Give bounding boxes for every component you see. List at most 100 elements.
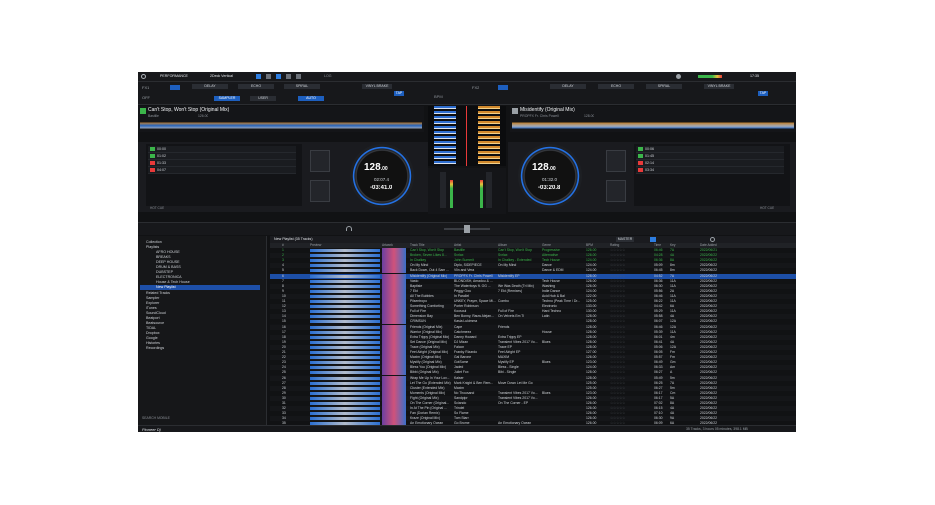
track-preview-waveform[interactable] [310,412,380,416]
track-preview-waveform[interactable] [310,325,380,329]
track-preview-waveform[interactable] [310,279,380,283]
browser-sidebar: Collection Playlists AFRO HOUSE BREAKS D… [138,236,267,432]
deck2-hotcue-a[interactable]: 00:06 [636,146,784,153]
track-preview-waveform[interactable] [310,300,380,303]
deck2-hotcue-list: 00:06 01:45 02:14 03:34 [634,144,790,206]
deck2-hotcue-d[interactable]: 03:34 [636,167,784,174]
track-preview-waveform[interactable] [310,310,380,314]
track-preview-waveform[interactable] [310,366,380,370]
fx1-extra[interactable]: VINYL BRAKE [362,84,392,89]
mode-select[interactable]: PERFORMANCE [160,74,188,78]
deck1-jog-wheel[interactable]: 128.00 02:07.4 -03:41.0 [350,144,414,208]
user-tab[interactable]: USER [250,96,276,101]
track-preview-waveform[interactable] [310,361,380,365]
deck1-overview-waveform[interactable] [140,119,422,131]
fx2-beat-button[interactable] [498,85,508,90]
logo-icon [141,74,146,79]
track-preview-waveform[interactable] [310,274,380,278]
center-label: LOG [324,74,332,78]
layout-icon-1[interactable] [256,74,261,79]
track-preview-waveform[interactable] [310,289,380,293]
track-preview-waveform[interactable] [310,376,380,380]
fx1-slot-3[interactable]: SPIRAL [284,84,320,89]
deck2-hotcue-c[interactable]: 02:14 [636,160,784,167]
deck2-bpm: 128.00 [532,162,556,173]
track-preview-waveform[interactable] [310,294,380,298]
deck1-bpm: 128.00 [364,162,388,173]
track-preview-waveform[interactable] [310,381,380,385]
center-waveform[interactable] [428,106,506,166]
layout-icon-4[interactable] [286,74,291,79]
tree-playlist-new[interactable]: New Playlist [140,285,260,290]
deck2-overview-waveform[interactable] [512,119,794,131]
fx2-slot-2[interactable]: ECHO [598,84,634,89]
crossfader-knob[interactable] [464,225,470,233]
track-preview-waveform[interactable] [310,320,380,324]
deck1-hotcue-b[interactable]: 01:02 [148,153,296,160]
sampler-tab[interactable]: SAMPLER [214,96,240,101]
track-preview-waveform[interactable] [310,351,380,354]
track-preview-waveform[interactable] [310,249,380,252]
deck1-artwork [140,108,146,114]
channel2-fader[interactable] [486,172,492,208]
track-preview-waveform[interactable] [310,259,380,263]
track-preview-waveform[interactable] [310,254,380,258]
deck2-info: Misidentify (Original Mix) PROPFX Fr. Ch… [510,106,796,132]
fx1-slot-1[interactable]: DELAY [192,84,228,89]
deck2-cue-button[interactable] [606,150,626,172]
layout-icon-5[interactable] [296,74,301,79]
gear-icon[interactable] [676,74,681,79]
track-preview-waveform[interactable] [310,396,380,400]
track-preview-waveform[interactable] [310,402,380,405]
deck1-cue-button[interactable] [310,150,330,172]
layout-icon-3[interactable] [276,74,281,79]
deck1-hotcue-a[interactable]: 00:00 [148,146,296,153]
deck2-artist: PROPFX Fr. Chris Powell [520,114,559,118]
track-preview-waveform[interactable] [310,330,380,334]
track-preview-waveform[interactable] [310,264,380,268]
track-preview-waveform[interactable] [310,340,380,344]
track-preview-waveform[interactable] [310,356,380,360]
fx2-slot-1[interactable]: DELAY [550,84,586,89]
auto-button[interactable]: AUTO [298,96,324,101]
track-preview-waveform[interactable] [310,305,380,309]
fx1-slot-2[interactable]: ECHO [238,84,274,89]
track-preview-waveform[interactable] [310,335,380,339]
track-preview-waveform[interactable] [310,284,380,288]
headphone-icon[interactable] [346,226,352,231]
deck1-hotcue-d[interactable]: 04:07 [148,167,296,174]
fx2-extra[interactable]: VINYL BRAKE [704,84,734,89]
layout-select[interactable]: 2Deck Vertical [210,74,233,78]
fx-bar: FX1 DELAY ECHO SPIRAL VINYL BRAKE TAP OF… [138,82,796,105]
fx1-beat-button[interactable] [170,85,180,90]
fx2-tap-button[interactable]: TAP [758,91,768,96]
deck1-hotcue-c[interactable]: 01:33 [148,160,296,167]
deck2-remain: -03:20.8 [538,185,561,191]
tree-recordings[interactable]: Recordings [146,346,164,351]
mixer-panel [428,168,506,214]
hotcue-color-swatch [638,147,643,151]
deck2-artwork [512,108,518,114]
deck1-zoom-waveform [434,106,456,166]
track-preview-waveform[interactable] [310,417,380,421]
channel1-fader[interactable] [440,172,446,208]
master-button[interactable]: MASTER [616,237,634,242]
track-preview-waveform[interactable] [310,371,380,375]
deck2-hotcue-b[interactable]: 01:45 [636,153,784,160]
deck2-play-button[interactable] [606,180,626,202]
search-mobile-button[interactable]: SEARCH MOBILE [142,414,182,422]
track-preview-waveform[interactable] [310,386,380,390]
fx2-slot-3[interactable]: SPIRAL [646,84,682,89]
deck2-jog-wheel[interactable]: 128.00 01:32.0 -03:20.8 [518,144,582,208]
track-preview-waveform[interactable] [310,345,380,349]
fx1-tap-button[interactable]: TAP [394,91,404,96]
track-preview-waveform[interactable] [310,315,380,319]
deck1-info: Can't Stop, Won't Stop (Original Mix) Ba… [138,106,424,132]
track-preview-waveform[interactable] [310,391,380,395]
list-view-icon[interactable] [650,237,656,242]
search-icon[interactable] [710,237,715,242]
track-preview-waveform[interactable] [310,269,380,273]
layout-icon-2[interactable] [266,74,271,79]
track-preview-waveform[interactable] [310,407,380,411]
deck1-play-button[interactable] [310,180,330,202]
